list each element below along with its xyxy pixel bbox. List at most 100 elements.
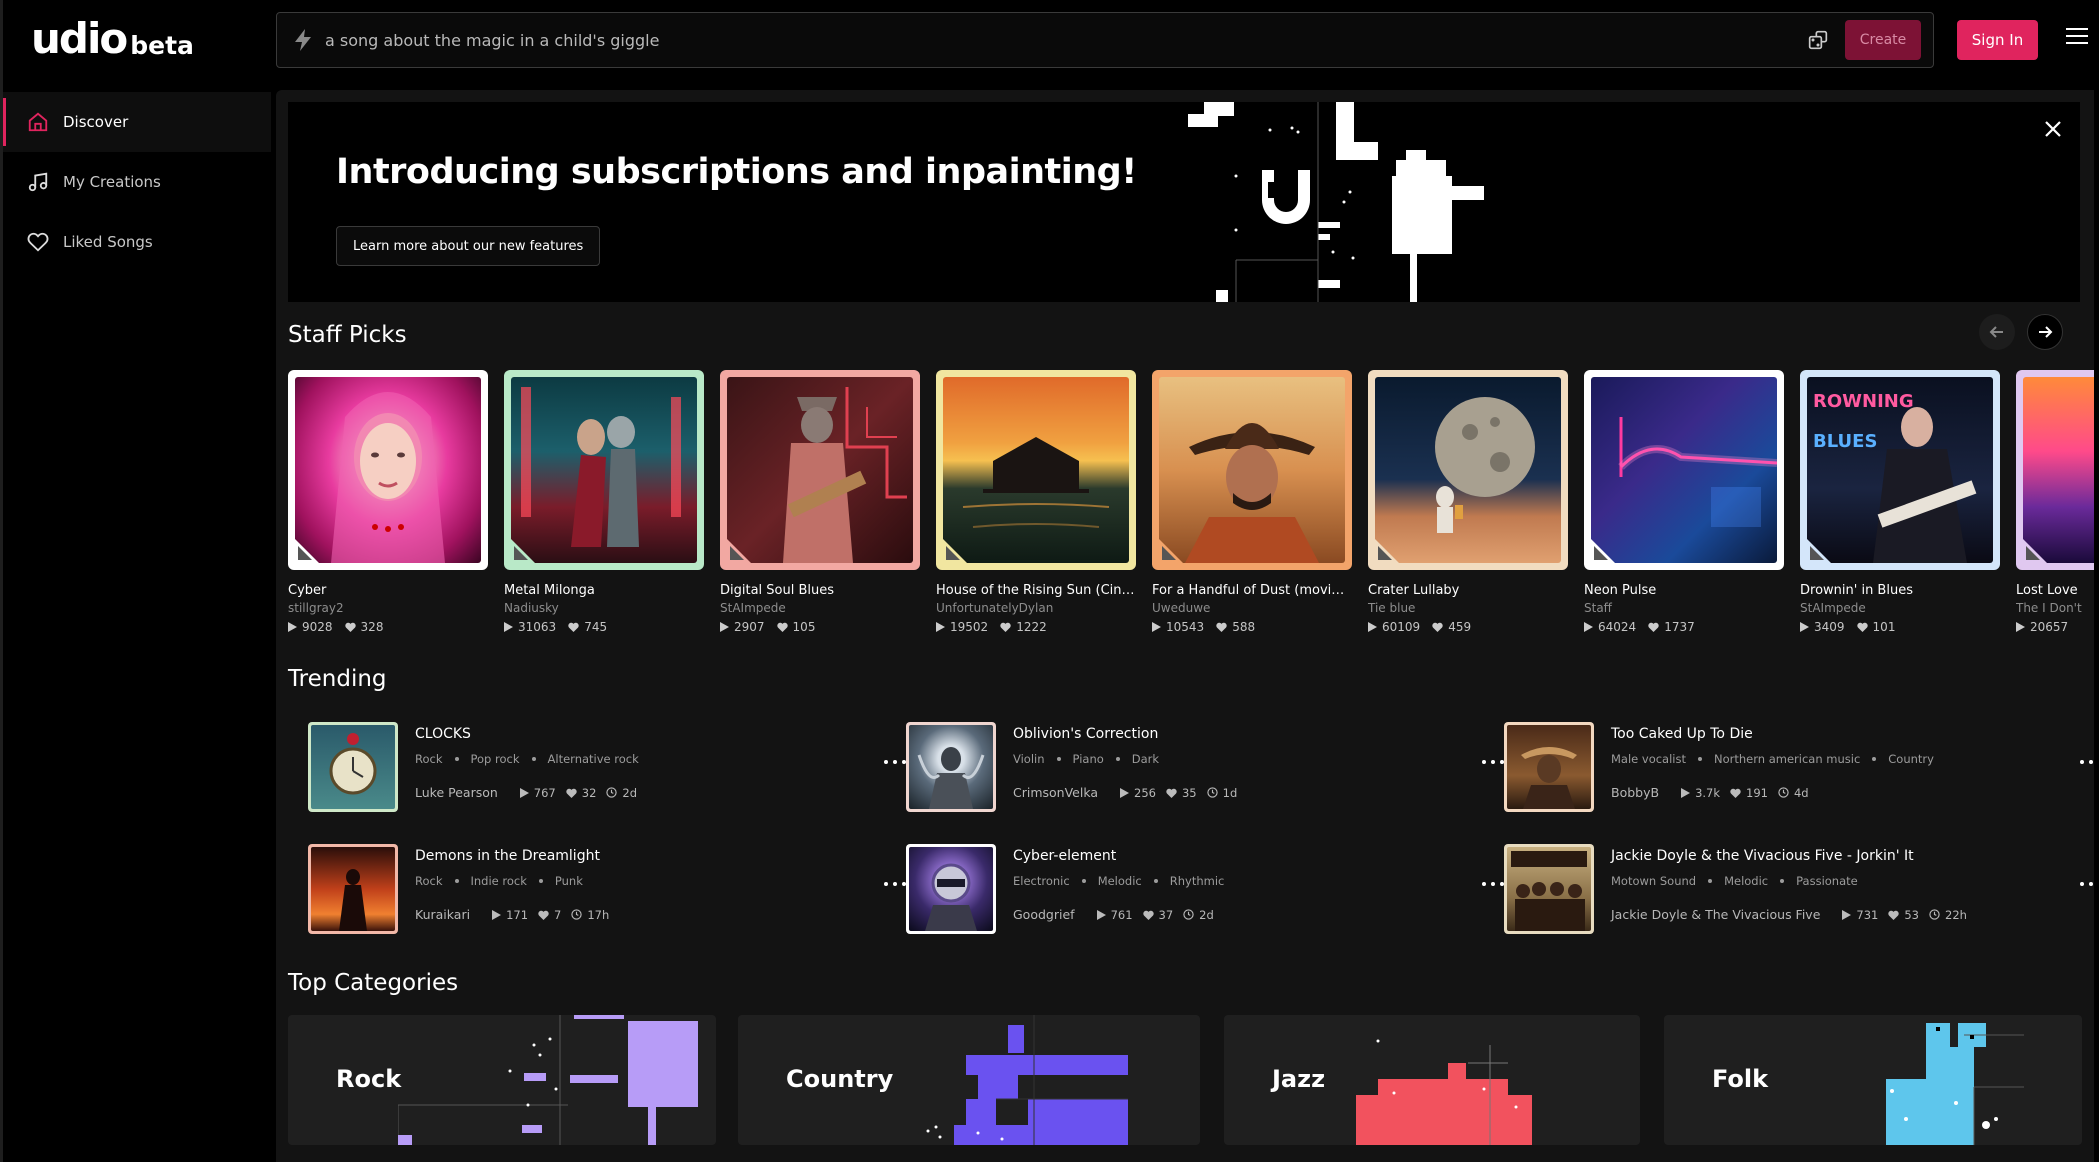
- more-options-icon[interactable]: [2080, 880, 2094, 888]
- song-title[interactable]: Cyber: [288, 583, 488, 598]
- song-title[interactable]: Lost Love: [2016, 583, 2094, 598]
- genre-tag[interactable]: Dark: [1132, 752, 1159, 766]
- create-button[interactable]: Create: [1845, 20, 1921, 60]
- genre-tag[interactable]: Piano: [1073, 752, 1104, 766]
- category-card-country[interactable]: Country: [738, 1015, 1200, 1145]
- song-title[interactable]: Crater Lullaby: [1368, 583, 1568, 598]
- sidebar-item-my-creations[interactable]: My Creations: [3, 152, 271, 212]
- song-title[interactable]: Cyber-element: [1013, 848, 1116, 864]
- song-title[interactable]: House of the Rising Sun (Cinem...: [936, 583, 1136, 598]
- like-count: 191: [1746, 785, 1768, 800]
- cover-frame: [1152, 370, 1352, 570]
- song-title[interactable]: Demons in the Dreamlight: [415, 848, 600, 864]
- sign-in-button[interactable]: Sign In: [1957, 20, 2038, 60]
- artist-name[interactable]: StAImpede: [720, 601, 920, 615]
- trending-item[interactable]: CLOCKS Rock Pop rock Alternative rock Lu…: [308, 722, 906, 832]
- category-card-jazz[interactable]: Jazz: [1224, 1015, 1640, 1145]
- artist-name[interactable]: Staff: [1584, 601, 1784, 615]
- sidebar-item-liked-songs[interactable]: Liked Songs: [3, 212, 271, 272]
- staff-pick-card[interactable]: Lost Love The I Don't 20657: [2016, 370, 2094, 634]
- artist-name[interactable]: Nadiusky: [504, 601, 704, 615]
- play-count: 10543: [1166, 620, 1205, 634]
- trending-item[interactable]: Jackie Doyle & the Vivacious Five - Jork…: [1504, 844, 2094, 954]
- home-icon: [25, 109, 51, 135]
- genre-tag[interactable]: Electronic: [1013, 874, 1070, 888]
- genre-tag[interactable]: Punk: [555, 874, 583, 888]
- genre-tag[interactable]: Rhythmic: [1170, 874, 1225, 888]
- trending-item[interactable]: Too Caked Up To Die Male vocalist Northe…: [1504, 722, 2094, 832]
- more-options-icon[interactable]: [884, 880, 906, 888]
- cover-frame: [720, 370, 920, 570]
- category-pixel-art: [926, 1015, 1128, 1145]
- sidebar-item-discover[interactable]: Discover: [3, 92, 271, 152]
- song-title[interactable]: Too Caked Up To Die: [1611, 726, 1753, 742]
- song-title[interactable]: CLOCKS: [415, 726, 471, 742]
- staff-pick-card[interactable]: For a Handful of Dust (movie sc... Uwedu…: [1152, 370, 1352, 634]
- more-options-icon[interactable]: [1482, 758, 1504, 766]
- udio-corner-icon: [510, 538, 536, 564]
- trending-item[interactable]: Demons in the Dreamlight Rock Indie rock…: [308, 844, 906, 954]
- udio-logo[interactable]: udio beta: [31, 18, 194, 60]
- song-age: 2d: [622, 785, 638, 800]
- staff-pick-card[interactable]: Crater Lullaby Tie blue 60109 459: [1368, 370, 1568, 634]
- song-meta: CrimsonVelka 256 35 1d: [1013, 785, 1247, 800]
- artist-name[interactable]: Tie blue: [1368, 601, 1568, 615]
- song-title[interactable]: For a Handful of Dust (movie sc...: [1152, 583, 1352, 598]
- genre-tag[interactable]: Violin: [1013, 752, 1045, 766]
- more-options-icon[interactable]: [1482, 880, 1504, 888]
- staff-pick-card[interactable]: ROWNING BLUES Drownin' in Blues StAImpede…: [1800, 370, 2000, 634]
- author-name[interactable]: Kuraikari: [415, 907, 470, 922]
- genre-tag[interactable]: Melodic: [1724, 874, 1768, 888]
- author-name[interactable]: Goodgrief: [1013, 907, 1075, 922]
- song-title[interactable]: Drownin' in Blues: [1800, 583, 2000, 598]
- cover-art: [909, 847, 993, 931]
- genre-tag[interactable]: Alternative rock: [548, 752, 639, 766]
- trending-item[interactable]: Cyber-element Electronic Melodic Rhythmi…: [906, 844, 1504, 954]
- song-title[interactable]: Digital Soul Blues: [720, 583, 920, 598]
- heart-filled-icon: [1000, 622, 1011, 632]
- genre-tag[interactable]: Northern american music: [1714, 752, 1860, 766]
- dice-icon[interactable]: [1805, 27, 1831, 53]
- author-name[interactable]: CrimsonVelka: [1013, 785, 1098, 800]
- staff-pick-card[interactable]: Cyber stillgray2 9028 328: [288, 370, 488, 634]
- song-title[interactable]: Jackie Doyle & the Vivacious Five - Jork…: [1611, 848, 1914, 864]
- artist-name[interactable]: The I Don't: [2016, 601, 2094, 615]
- staff-pick-card[interactable]: Digital Soul Blues StAImpede 2907 105: [720, 370, 920, 634]
- author-name[interactable]: Jackie Doyle & The Vivacious Five: [1611, 907, 1820, 922]
- prompt-input[interactable]: [325, 30, 1805, 50]
- genre-tag[interactable]: Country: [1888, 752, 1934, 766]
- song-title[interactable]: Metal Milonga: [504, 583, 704, 598]
- category-card-rock[interactable]: Rock: [288, 1015, 716, 1145]
- genre-tag[interactable]: Rock: [415, 874, 443, 888]
- category-card-folk[interactable]: Folk: [1664, 1015, 2082, 1145]
- carousel-next-button[interactable]: [2027, 314, 2063, 350]
- genre-tag[interactable]: Motown Sound: [1611, 874, 1696, 888]
- close-icon[interactable]: [2042, 118, 2064, 140]
- artist-name[interactable]: StAImpede: [1800, 601, 2000, 615]
- song-title[interactable]: Neon Pulse: [1584, 583, 1784, 598]
- more-options-icon[interactable]: [884, 758, 906, 766]
- genre-tag[interactable]: Melodic: [1098, 874, 1142, 888]
- artist-name[interactable]: stillgray2: [288, 601, 488, 615]
- artist-name[interactable]: Uweduwe: [1152, 601, 1352, 615]
- genre-tag[interactable]: Passionate: [1796, 874, 1858, 888]
- genre-tag[interactable]: Male vocalist: [1611, 752, 1686, 766]
- genre-tag[interactable]: Pop rock: [471, 752, 520, 766]
- heart-filled-icon: [344, 622, 356, 632]
- learn-more-button[interactable]: Learn more about our new features: [336, 226, 601, 266]
- hamburger-menu-icon[interactable]: [2066, 28, 2088, 50]
- author-name[interactable]: BobbyB: [1611, 785, 1659, 800]
- staff-pick-card[interactable]: Neon Pulse Staff 64024 1737: [1584, 370, 1784, 634]
- staff-pick-card[interactable]: House of the Rising Sun (Cinem... Unfort…: [936, 370, 1136, 634]
- artist-name[interactable]: UnfortunatelyDylan: [936, 601, 1136, 615]
- staff-pick-card[interactable]: Metal Milonga Nadiusky 31063 745: [504, 370, 704, 634]
- genre-tag[interactable]: Indie rock: [471, 874, 527, 888]
- genre-tag[interactable]: Rock: [415, 752, 443, 766]
- more-options-icon[interactable]: [2080, 758, 2094, 766]
- song-meta: Goodgrief 761 37 2d: [1013, 907, 1224, 922]
- lightning-icon: [291, 28, 315, 52]
- author-name[interactable]: Luke Pearson: [415, 785, 498, 800]
- carousel-prev-button[interactable]: [1979, 314, 2015, 350]
- trending-item[interactable]: Oblivion's Correction Violin Piano Dark …: [906, 722, 1504, 832]
- song-title[interactable]: Oblivion's Correction: [1013, 726, 1158, 742]
